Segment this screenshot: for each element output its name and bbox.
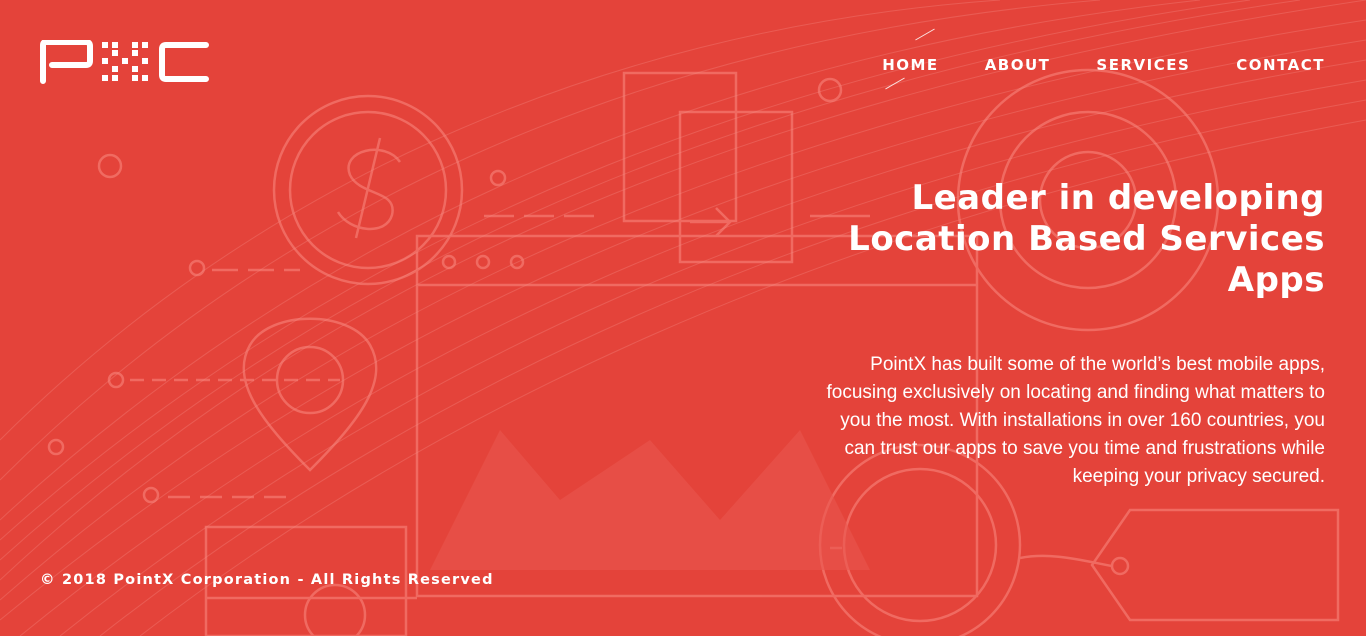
hero-description: PointX has built some of the world’s bes…	[826, 354, 1326, 487]
pxc-logo-icon	[40, 39, 209, 84]
hero-section: Leader in developing Location Based Serv…	[765, 178, 1326, 491]
copyright-text: © 2018 PointX Corporation - All Rights R…	[40, 572, 494, 588]
nav-about-link[interactable]: ABOUT	[985, 56, 1051, 74]
site-header: HOME ABOUT SERVICES CONTACT	[0, 0, 1366, 110]
main-nav: HOME ABOUT SERVICES CONTACT	[836, 56, 1325, 74]
hero-headline-line1: Leader in developing	[911, 178, 1325, 218]
nav-contact-link[interactable]: CONTACT	[1236, 56, 1325, 74]
nav-home-link[interactable]: HOME	[882, 56, 938, 74]
hero-headline-line3: Apps	[1227, 260, 1325, 300]
nav-services-link[interactable]: SERVICES	[1096, 56, 1190, 74]
pxc-logo[interactable]	[40, 39, 210, 84]
hero-headline: Leader in developing Location Based Serv…	[765, 178, 1325, 301]
hero-headline-line2: Location Based Services	[848, 219, 1325, 259]
